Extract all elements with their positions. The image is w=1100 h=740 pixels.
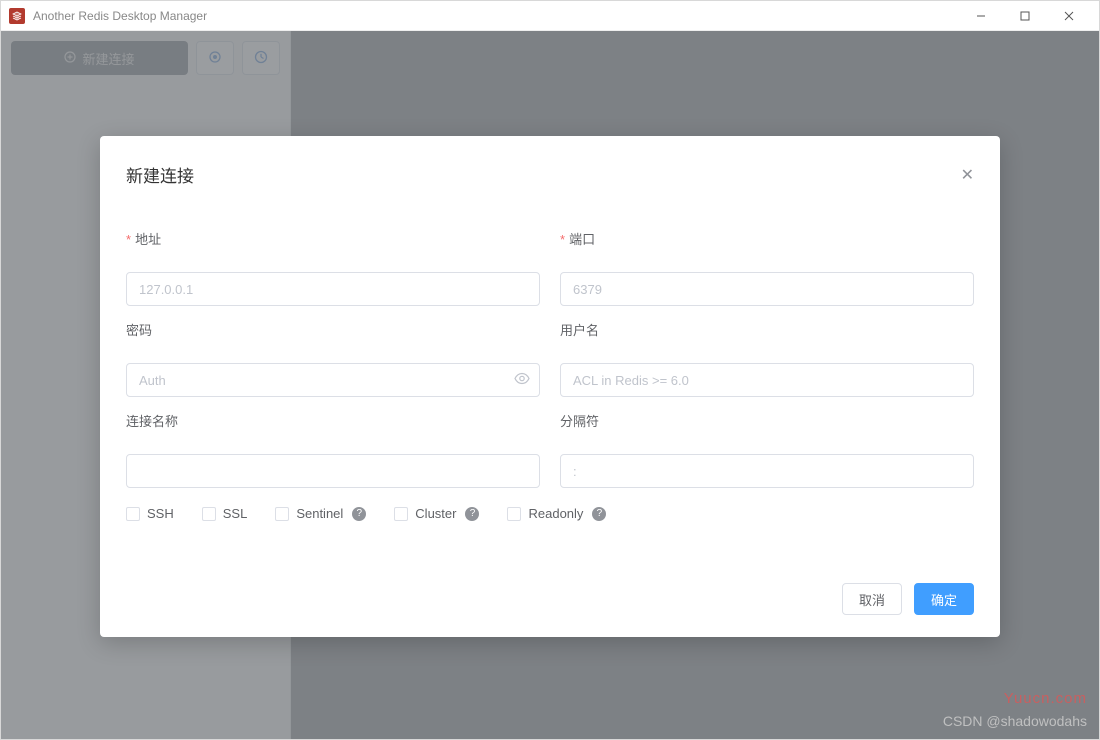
cluster-label: Cluster [415, 506, 456, 521]
new-connection-dialog: 新建连接 ✕ *地址 *端口 密码 用户名 [100, 136, 1000, 637]
readonly-label: Readonly [528, 506, 583, 521]
checkbox-icon [275, 507, 289, 521]
dialog-close-button[interactable]: ✕ [961, 165, 974, 185]
watermark-site: Yuucn.com [1004, 690, 1087, 707]
username-label: 用户名 [560, 320, 974, 339]
cluster-checkbox-item[interactable]: Cluster ? [394, 506, 479, 521]
ssl-label: SSL [223, 506, 248, 521]
window-titlebar: Another Redis Desktop Manager [1, 1, 1099, 31]
port-input[interactable] [560, 272, 974, 306]
required-mark: * [126, 232, 131, 247]
ssl-checkbox-item[interactable]: SSL [202, 506, 248, 521]
password-input[interactable] [126, 363, 540, 397]
sentinel-checkbox-item[interactable]: Sentinel ? [275, 506, 366, 521]
help-icon[interactable]: ? [352, 507, 366, 521]
help-icon[interactable]: ? [592, 507, 606, 521]
dialog-header: 新建连接 ✕ [126, 162, 974, 187]
ssh-label: SSH [147, 506, 174, 521]
dialog-title: 新建连接 [126, 162, 194, 187]
name-input[interactable] [126, 454, 540, 488]
checkbox-icon [507, 507, 521, 521]
checkbox-icon [202, 507, 216, 521]
password-label: 密码 [126, 320, 540, 339]
dialog-footer: 取消 确定 [126, 583, 974, 615]
app-icon [9, 8, 25, 24]
close-icon: ✕ [961, 167, 974, 184]
maximize-button[interactable] [1003, 2, 1047, 30]
host-label: *地址 [126, 229, 540, 248]
sentinel-label: Sentinel [296, 506, 343, 521]
host-input[interactable] [126, 272, 540, 306]
minimize-button[interactable] [959, 2, 1003, 30]
options-row: SSH SSL Sentinel ? Cluster ? Readonly ? [126, 506, 974, 521]
cancel-button[interactable]: 取消 [842, 583, 902, 615]
window-controls [959, 2, 1091, 30]
close-button[interactable] [1047, 2, 1091, 30]
username-input[interactable] [560, 363, 974, 397]
readonly-checkbox-item[interactable]: Readonly ? [507, 506, 606, 521]
port-label: *端口 [560, 229, 974, 248]
separator-label: 分隔符 [560, 411, 974, 430]
name-label: 连接名称 [126, 411, 540, 430]
checkbox-icon [126, 507, 140, 521]
ssh-checkbox-item[interactable]: SSH [126, 506, 174, 521]
confirm-button[interactable]: 确定 [914, 583, 974, 615]
watermark-csdn: CSDN @shadowodahs [943, 713, 1087, 729]
separator-input[interactable] [560, 454, 974, 488]
checkbox-icon [394, 507, 408, 521]
connection-form: *地址 *端口 密码 用户名 连接名称 分隔符 [126, 229, 974, 488]
modal-overlay: 新建连接 ✕ *地址 *端口 密码 用户名 [1, 31, 1099, 739]
help-icon[interactable]: ? [465, 507, 479, 521]
eye-icon[interactable] [514, 371, 530, 390]
window-title: Another Redis Desktop Manager [33, 9, 207, 23]
required-mark: * [560, 232, 565, 247]
